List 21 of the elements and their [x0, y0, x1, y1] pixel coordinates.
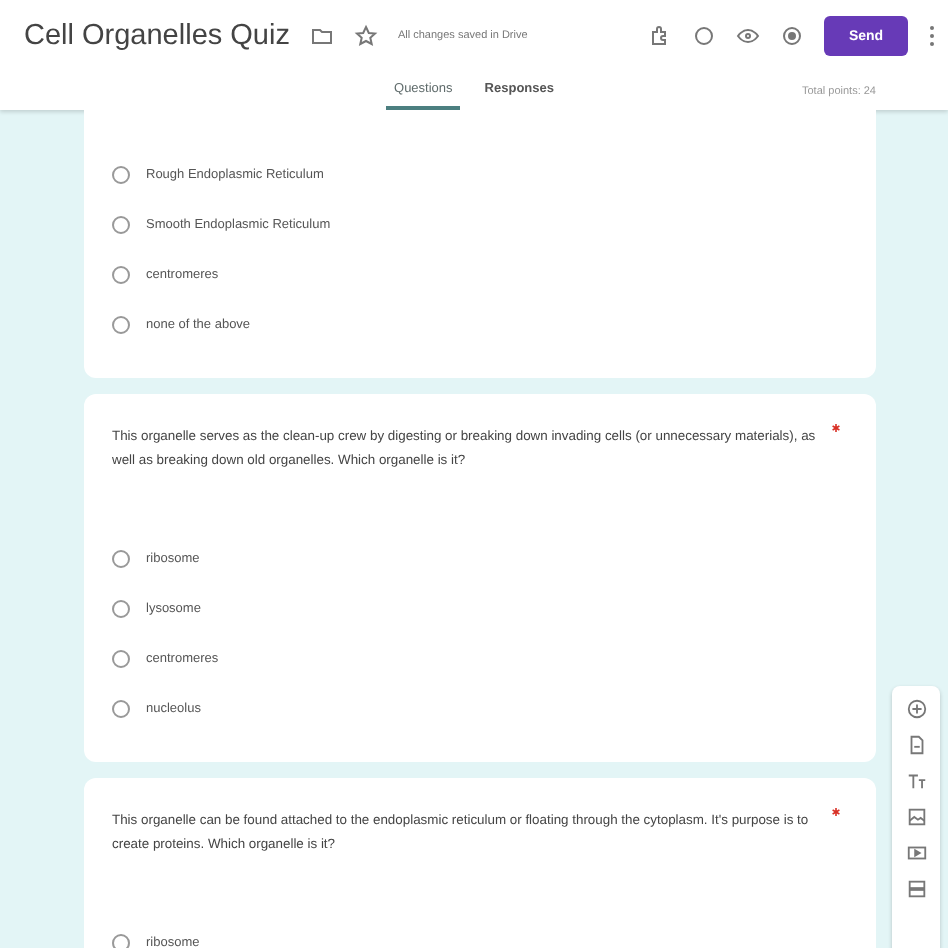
- section-icon[interactable]: [905, 878, 927, 900]
- radio-button[interactable]: [112, 550, 130, 568]
- import-icon[interactable]: [905, 734, 927, 756]
- radio-button[interactable]: [112, 266, 130, 284]
- radio-button[interactable]: [112, 700, 130, 718]
- title-icon[interactable]: [905, 770, 927, 792]
- radio-button[interactable]: [112, 316, 130, 334]
- add-icon[interactable]: [905, 698, 927, 720]
- radio-button[interactable]: [112, 600, 130, 618]
- folder-icon[interactable]: [309, 24, 334, 48]
- more-icon[interactable]: [928, 24, 936, 48]
- eye-icon[interactable]: [736, 24, 760, 48]
- radio-button[interactable]: [112, 216, 130, 234]
- video-icon[interactable]: [905, 842, 927, 864]
- radio-button[interactable]: [112, 934, 130, 948]
- radio-button[interactable]: [112, 166, 130, 184]
- radio-button[interactable]: [112, 650, 130, 668]
- star-icon[interactable]: [353, 24, 378, 48]
- form-title: Cell Organelles Quiz: [24, 20, 290, 52]
- image-icon[interactable]: [905, 806, 927, 828]
- puzzle-icon[interactable]: [648, 24, 672, 48]
